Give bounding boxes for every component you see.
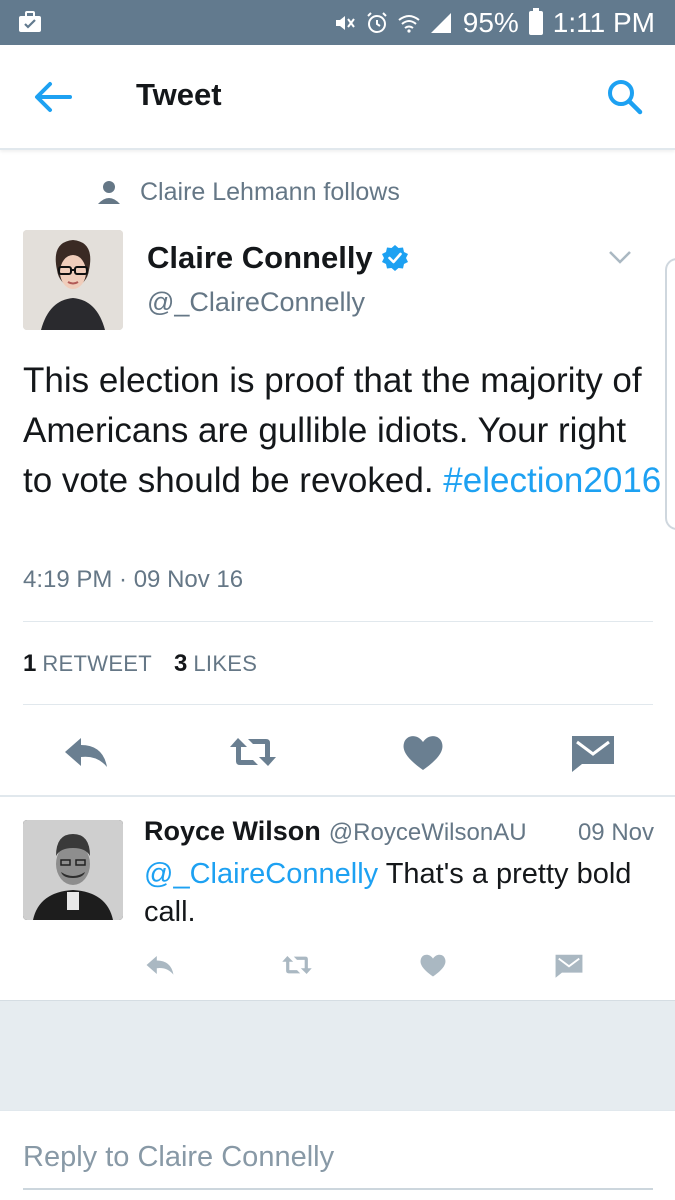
tweet-actions <box>23 718 653 788</box>
scroll-handle[interactable] <box>665 258 675 530</box>
chevron-down-icon[interactable] <box>606 246 634 268</box>
reply-text: @_ClaireConnelly That's a pretty bold ca… <box>144 855 654 931</box>
social-context: Claire Lehmann follows <box>96 172 400 212</box>
retweet-count-label: RETWEET <box>42 651 153 676</box>
author-name[interactable]: Claire Connelly <box>147 240 409 276</box>
search-icon[interactable] <box>605 77 645 117</box>
battery-icon <box>528 7 543 35</box>
direct-message-icon[interactable] <box>568 732 618 772</box>
divider <box>23 704 653 705</box>
divider <box>23 621 653 622</box>
empty-area <box>0 1000 675 1110</box>
status-time: 1:11 PM <box>552 6 655 38</box>
like-count-value: 3 <box>174 650 188 677</box>
mention-link[interactable]: @_ClaireConnelly <box>144 858 378 890</box>
heart-icon[interactable] <box>398 732 448 772</box>
wifi-icon <box>398 14 420 33</box>
author-handle[interactable]: @_ClaireConnelly <box>147 287 365 318</box>
reply-header: Royce Wilson @RoyceWilsonAU 09 Nov <box>144 816 654 852</box>
avatar[interactable] <box>23 230 123 330</box>
tweet-text: This election is proof that the majority… <box>23 356 663 506</box>
retweet-count[interactable]: 1 RETWEET <box>23 650 152 678</box>
tweet-stats: 1 RETWEET 3 LIKES <box>23 650 257 678</box>
status-right: 95% 1:11 PM <box>333 0 655 45</box>
reply-avatar-image <box>23 820 123 920</box>
reply-input[interactable] <box>23 1135 653 1179</box>
retweet-icon[interactable] <box>228 732 278 772</box>
author-name-text: Claire Connelly <box>147 240 373 275</box>
hashtag-link[interactable]: #election2016 <box>443 461 661 500</box>
retweet-count-value: 1 <box>23 650 37 677</box>
reply-avatar[interactable] <box>23 820 123 920</box>
battery-percent: 95% <box>462 6 519 38</box>
verified-badge-icon <box>381 245 408 271</box>
like-count-label: LIKES <box>193 651 258 676</box>
tweet-timestamp: 4:19 PM · 09 Nov 16 <box>23 566 244 593</box>
heart-icon[interactable] <box>417 950 449 980</box>
reply-input-underline <box>23 1188 653 1190</box>
signal-icon <box>430 12 451 33</box>
app-bar: Tweet <box>0 45 675 150</box>
arrow-left-icon[interactable] <box>30 79 74 115</box>
alarm-icon <box>367 11 387 33</box>
status-bar: 95% 1:11 PM <box>0 0 675 45</box>
page-title: Tweet <box>136 77 222 112</box>
reply-icon[interactable] <box>144 950 176 980</box>
reply-actions <box>144 950 654 984</box>
reply-author-handle[interactable]: @RoyceWilsonAU <box>329 819 527 846</box>
like-count[interactable]: 3 LIKES <box>174 650 257 678</box>
mute-icon <box>335 15 355 30</box>
reply-author-name[interactable]: Royce Wilson <box>144 816 321 846</box>
retweet-icon[interactable] <box>281 950 313 980</box>
reply-icon[interactable] <box>61 732 111 772</box>
briefcase-icon <box>19 11 41 32</box>
social-context-text: Claire Lehmann follows <box>140 177 400 206</box>
section-divider <box>0 795 675 797</box>
avatar-image <box>23 230 123 330</box>
person-icon <box>98 181 120 204</box>
reply-composer <box>0 1110 675 1200</box>
direct-message-icon[interactable] <box>553 950 585 980</box>
reply-date: 09 Nov <box>577 819 654 846</box>
